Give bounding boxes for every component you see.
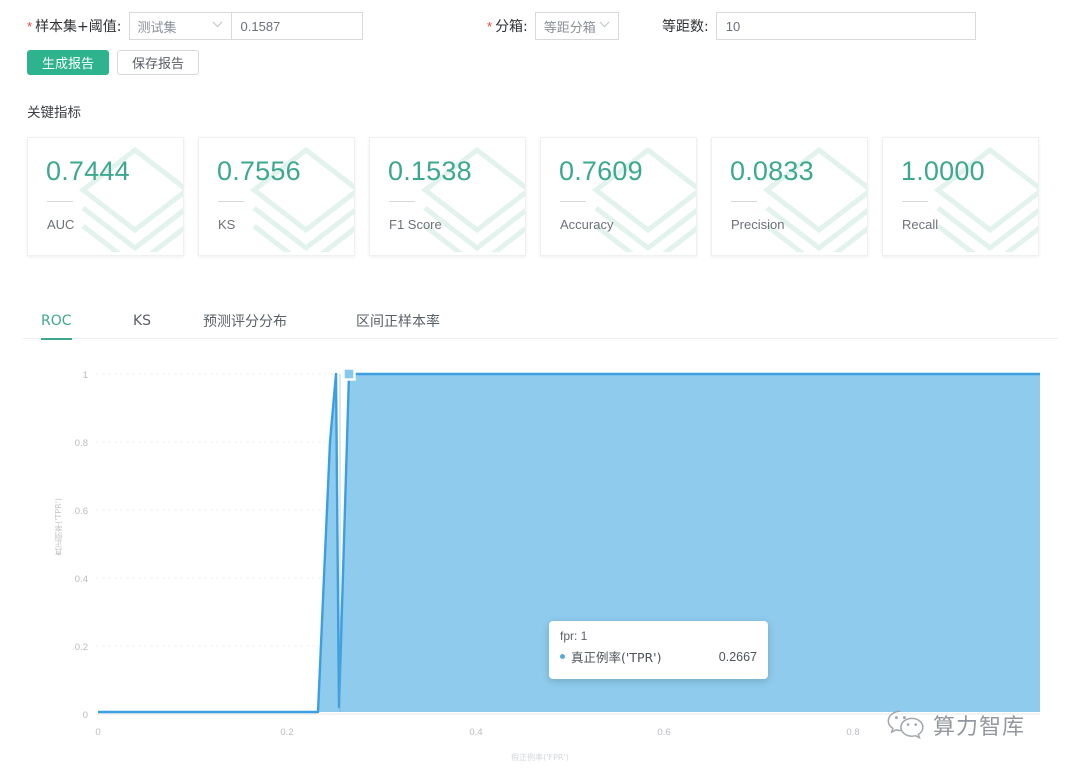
metric-divider [560, 201, 586, 202]
bin-count-input-value: 10 [726, 19, 740, 34]
metric-value: 0.7556 [217, 156, 301, 187]
key-metrics-cards: 0.7444 AUC 0.7556 KS [27, 137, 1039, 256]
sample-threshold-label: 样本集+阈值: [35, 16, 121, 36]
svg-text:0.2: 0.2 [280, 727, 293, 738]
report-toolbar: * 样本集+阈值: 测试集 0.1587 * 分箱: [0, 0, 1080, 88]
svg-text:0.6: 0.6 [657, 727, 670, 738]
roc-chart: 1 0.8 0.6 0.4 0.2 0 0 0.2 0.4 0.6 0.8 [0, 348, 1080, 772]
svg-text:0.8: 0.8 [75, 438, 88, 449]
chart-y-axis-title: 真正例率('TPR') [53, 498, 67, 556]
svg-text:0.4: 0.4 [75, 574, 88, 585]
tooltip-series-name: 真正例率('TPR') [571, 647, 662, 666]
metric-card-recall: 1.0000 Recall [882, 137, 1039, 256]
model-report-page: * 样本集+阈值: 测试集 0.1587 * 分箱: [0, 0, 1080, 772]
metric-value: 0.7609 [559, 156, 643, 187]
svg-text:1: 1 [83, 370, 88, 381]
chart-x-axis-title: 假正例率('FPR') [0, 752, 1080, 763]
bin-count-input[interactable]: 10 [716, 12, 976, 40]
sample-set-select-value: 测试集 [138, 17, 177, 36]
svg-text:0.8: 0.8 [846, 727, 859, 738]
metric-label: AUC [47, 217, 74, 232]
key-metrics-title: 关键指标 [27, 101, 81, 121]
svg-text:0.2: 0.2 [75, 642, 88, 653]
chart-tooltip: fpr: 1 真正例率('TPR') 0.2667 [549, 621, 768, 679]
chart-x-tick-labels: 0 0.2 0.4 0.6 0.8 [95, 727, 859, 738]
roc-chart-canvas[interactable]: 1 0.8 0.6 0.4 0.2 0 0 0.2 0.4 0.6 0.8 [0, 348, 1080, 772]
metric-value: 0.0833 [730, 156, 814, 187]
svg-text:0.6: 0.6 [75, 506, 88, 517]
chart-y-tick-labels: 1 0.8 0.6 0.4 0.2 0 [75, 370, 88, 721]
metric-divider [218, 201, 244, 202]
tab-score-distribution[interactable]: 预测评分分布 [203, 303, 287, 339]
metric-divider [731, 201, 757, 202]
metric-value: 1.0000 [901, 156, 985, 187]
tooltip-series-value: 0.2667 [719, 650, 757, 664]
save-report-button[interactable]: 保存报告 [117, 50, 199, 75]
threshold-input[interactable]: 0.1587 [231, 12, 363, 40]
tab-ks[interactable]: KS [133, 303, 151, 339]
metric-label: Accuracy [560, 217, 613, 232]
metric-card-accuracy: 0.7609 Accuracy [540, 137, 697, 256]
metric-label: KS [218, 217, 235, 232]
sample-threshold-field-group: * 样本集+阈值: 测试集 0.1587 [27, 12, 363, 40]
tooltip-header: fpr: 1 [560, 629, 757, 643]
chart-tabs: ROC KS 预测评分分布 区间正样本率 [23, 303, 1058, 339]
metric-label: F1 Score [389, 217, 442, 232]
metric-divider [47, 201, 73, 202]
binning-field-group: * 分箱: 等距分箱 [487, 12, 619, 40]
threshold-input-value: 0.1587 [241, 19, 281, 34]
generate-report-button[interactable]: 生成报告 [27, 50, 109, 75]
binning-select-value: 等距分箱 [544, 17, 596, 36]
required-asterisk-sample: * [27, 20, 32, 33]
svg-text:0.4: 0.4 [469, 727, 482, 738]
series-color-dot-icon [560, 654, 565, 659]
metric-divider [389, 201, 415, 202]
tab-roc[interactable]: ROC [41, 303, 72, 339]
binning-label: 分箱: [495, 16, 528, 36]
sample-threshold-input-group: 测试集 0.1587 [129, 12, 363, 40]
report-action-buttons: 生成报告 保存报告 [27, 50, 199, 75]
metric-value: 0.1538 [388, 156, 472, 187]
binning-select[interactable]: 等距分箱 [535, 12, 619, 40]
metric-card-f1-score: 0.1538 F1 Score [369, 137, 526, 256]
metric-label: Recall [902, 217, 938, 232]
metric-card-auc: 0.7444 AUC [27, 137, 184, 256]
roc-highlight-marker [344, 369, 355, 380]
sample-set-select[interactable]: 测试集 [129, 12, 231, 40]
metric-value: 0.7444 [46, 156, 130, 187]
svg-text:0: 0 [83, 710, 88, 721]
metric-label: Precision [731, 217, 784, 232]
tab-interval-positive-rate[interactable]: 区间正样本率 [356, 303, 440, 339]
svg-text:0: 0 [95, 727, 100, 738]
chevron-down-icon [212, 21, 223, 31]
metric-divider [902, 201, 928, 202]
chevron-down-icon [599, 21, 610, 31]
bin-count-field-group: 等距数: 10 [662, 12, 976, 40]
required-asterisk-binning: * [487, 20, 492, 33]
bin-count-label: 等距数: [662, 16, 709, 36]
metric-card-ks: 0.7556 KS [198, 137, 355, 256]
metric-card-precision: 0.0833 Precision [711, 137, 868, 256]
tooltip-series-row: 真正例率('TPR') 0.2667 [560, 647, 757, 666]
